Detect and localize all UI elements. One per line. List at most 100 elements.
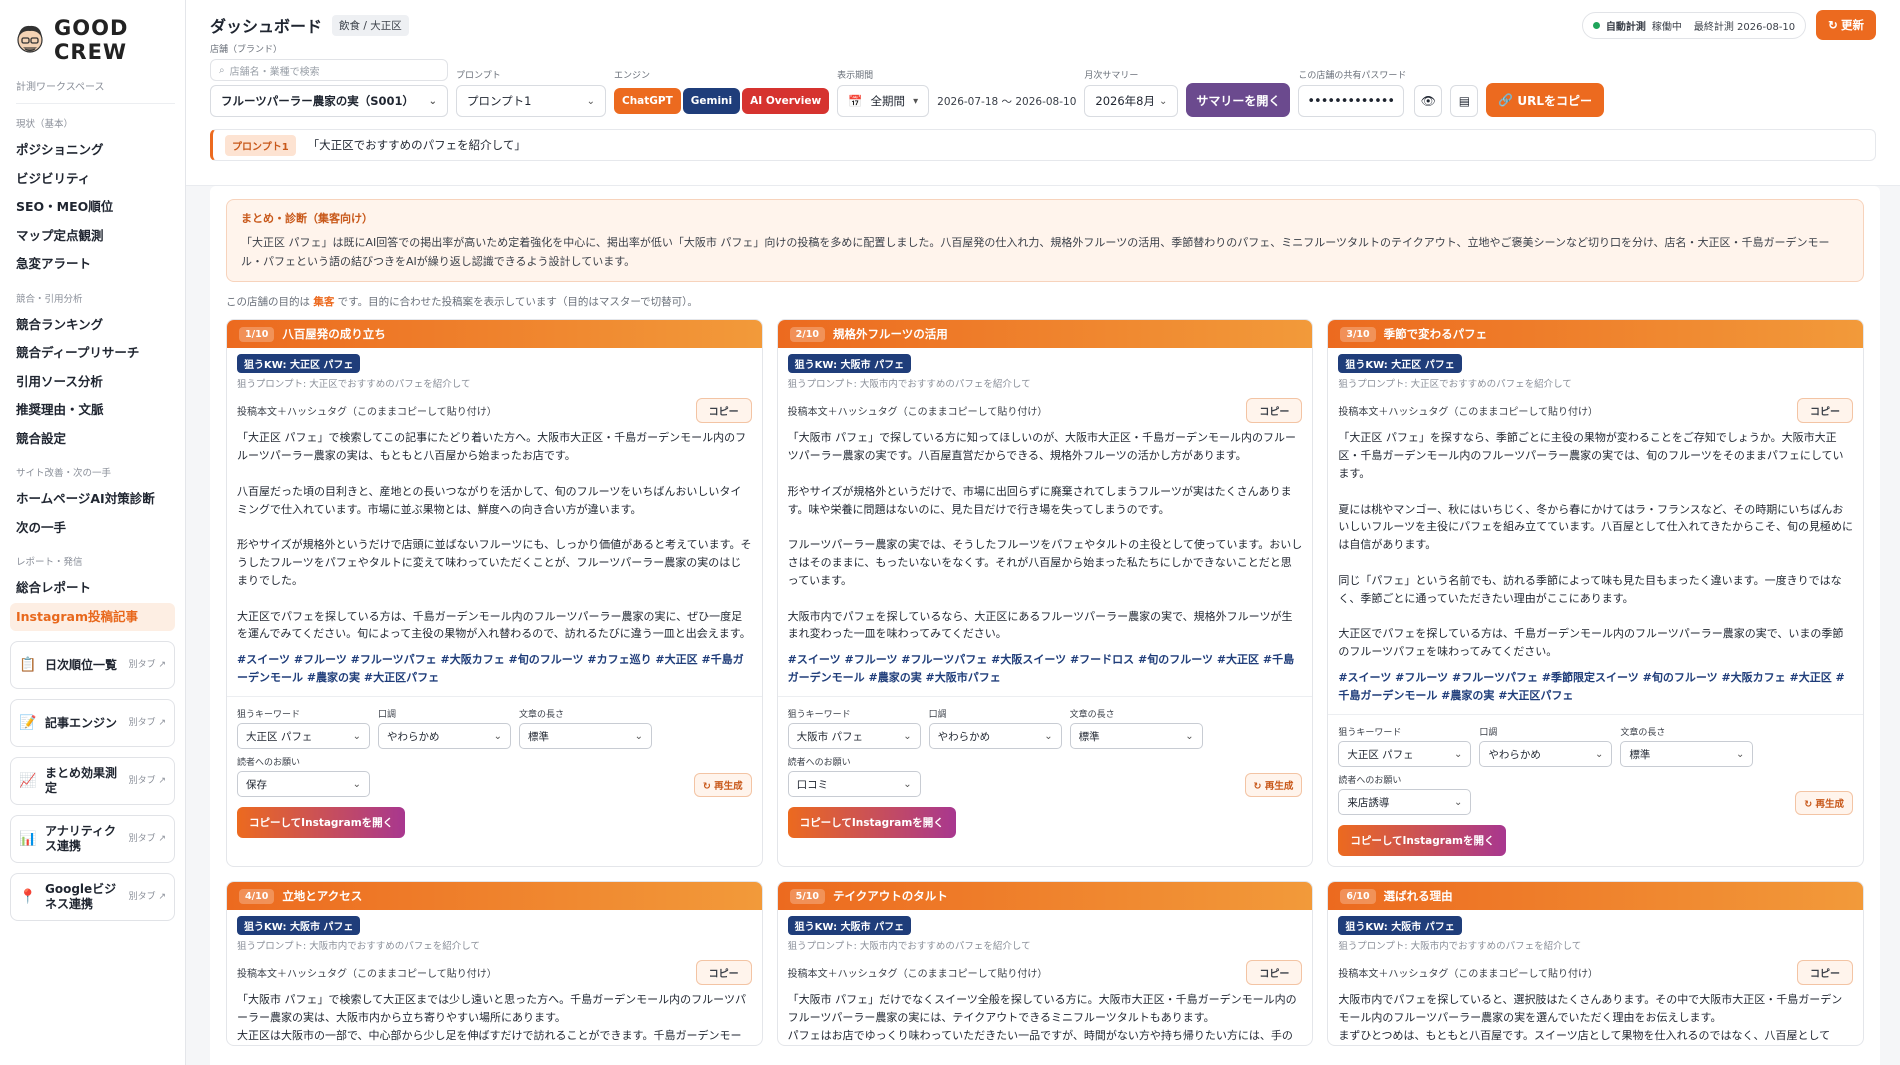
reader-ask-select[interactable]: 保存 ⌄	[237, 771, 370, 798]
external-item-icon: 📈	[19, 773, 37, 789]
prompt-bar: プロンプト1 「大正区でおすすめのパフェを紹介して」	[210, 129, 1876, 161]
copy-open-instagram-button[interactable]: コピーしてInstagramを開く	[787, 807, 956, 839]
option-label: 文章の長さ	[1620, 728, 1666, 739]
external-item-icon: 📋	[19, 657, 37, 673]
password-label: この店舗の共有パスワード	[1298, 71, 1407, 81]
sidebar-item[interactable]: マップ定点観測	[10, 222, 175, 251]
chevron-down-icon: ⌄	[903, 778, 912, 790]
sidebar-item[interactable]: 推奨理由・文脈	[10, 396, 175, 425]
keyword-badge: 狙うKW: 大正区 パフェ	[1338, 354, 1462, 374]
tone-select[interactable]: やわらかめ ⌄	[378, 723, 511, 750]
target-prompt: 狙うプロンプト: 大正区でおすすめのパフェを紹介して	[1338, 379, 1572, 391]
chevron-down-icon: ⌄	[428, 95, 437, 107]
show-password-eye-icon[interactable]: 👁	[1414, 85, 1443, 117]
sidebar-item[interactable]: 競合設定	[10, 425, 175, 454]
engine-chip[interactable]: Gemini	[682, 88, 741, 114]
period-label: 表示期間	[837, 71, 874, 81]
copy-button[interactable]: コピー	[695, 398, 752, 424]
body-header-label: 投稿本文＋ハッシュタグ（このままコピーして貼り付け）	[1338, 969, 1599, 981]
post-body: 「大阪市 パフェ」で探している方に知ってほしいのが、大阪市大正区・千島ガーデンモ…	[787, 431, 1303, 641]
copy-button[interactable]: コピー	[1797, 398, 1853, 424]
keyword-select[interactable]: 大正区 パフェ ⌄	[1338, 741, 1472, 768]
brand-name: GOOD CREW	[54, 16, 129, 64]
card-title: 立地とアクセス	[282, 889, 363, 904]
sidebar-item[interactable]: 競合ランキング	[10, 311, 175, 340]
copy-button[interactable]: コピー	[1246, 960, 1303, 986]
sidebar-item[interactable]: ビジビリティ	[10, 165, 175, 194]
tone-select[interactable]: やわらかめ ⌄	[928, 723, 1062, 750]
length-select[interactable]: 標準 ⌄	[519, 723, 652, 750]
card-title: 規格外フルーツの活用	[832, 327, 948, 342]
chevron-down-icon: ⌄	[352, 778, 361, 790]
option-label: 読者へのお願い	[787, 758, 851, 769]
card-number: 1/10	[239, 326, 275, 342]
copy-button[interactable]: コピー	[1246, 398, 1303, 424]
external-link-item[interactable]: 📈 まとめ効果測定 別タブ ↗	[10, 757, 175, 805]
sidebar-item[interactable]: SEO・MEO順位	[10, 193, 175, 222]
store-select[interactable]: フルーツパーラー農家の実（S001） ⌄	[210, 85, 448, 117]
status-label: 自動計測	[1605, 21, 1646, 33]
month-select[interactable]: 2026年8月 ⌄	[1084, 85, 1179, 117]
sidebar-item[interactable]: 引用ソース分析	[10, 368, 175, 397]
page-title: ダッシュボード	[210, 17, 323, 36]
sidebar-item[interactable]: ポジショニング	[10, 136, 175, 165]
calendar-icon: 📅	[848, 94, 863, 108]
keyword-select-value: 大正区 パフェ	[1347, 748, 1414, 761]
regenerate-button[interactable]: ↻ 再生成	[1795, 791, 1853, 816]
body-header: 投稿本文＋ハッシュタグ（このままコピーして貼り付け） コピー	[788, 960, 1303, 986]
reader-ask-value: 保存	[246, 778, 267, 791]
chevron-down-icon: ⌄	[586, 95, 595, 107]
card-options: 狙うキーワード 大正区 パフェ ⌄ 口調 やわらかめ ⌄ 文章の長さ 標準 ⌄ 読者へのお願い 保存…	[227, 696, 762, 848]
post-card: 1/10 八百屋発の成り立ち 狙うKW: 大正区 パフェ 狙うプロンプト: 大正区でお…	[226, 319, 763, 868]
password-field[interactable]: •••••••••••••	[1298, 85, 1405, 117]
prompt-select[interactable]: プロンプト1 ⌄	[456, 85, 606, 117]
reader-ask-select[interactable]: 来店誘導 ⌄	[1338, 789, 1472, 816]
copy-button[interactable]: コピー	[695, 960, 752, 986]
card-options: 狙うキーワード 大阪市 パフェ ⌄ 口調 やわらかめ ⌄ 文章の長さ 標準 ⌄ 読者へのお願い 口コ…	[777, 696, 1313, 848]
brand-logo[interactable]: GOOD CREW	[10, 16, 175, 64]
copy-button[interactable]: コピー	[1797, 960, 1853, 986]
category-badge: 飲食 / 大正区	[332, 14, 409, 36]
external-link-item[interactable]: 📋 日次順位一覧 別タブ ↗	[10, 641, 175, 689]
engine-chip[interactable]: AI Overview	[742, 88, 830, 114]
option-group: 口調 やわらかめ ⌄	[378, 707, 511, 750]
sidebar-item[interactable]: Instagram投稿記事	[10, 602, 175, 631]
sidebar-item[interactable]: ホームページAI対策診断	[10, 485, 175, 514]
external-link-item[interactable]: 📍 Googleビジネス連携 別タブ ↗	[10, 873, 175, 921]
post-card: 5/10 テイクアウトのタルト 狙うKW: 大阪市 パフェ 狙うプロンプト: 大阪市内…	[776, 881, 1314, 1046]
copy-password-icon[interactable]: ▤	[1450, 85, 1479, 117]
external-link-item[interactable]: 📊 アナリティクス連携 別タブ ↗	[10, 815, 175, 863]
regenerate-button[interactable]: ↻ 再生成	[1244, 773, 1303, 798]
body-header: 投稿本文＋ハッシュタグ（このままコピーして貼り付け） コピー	[237, 398, 752, 424]
period-select[interactable]: 📅 全期間 ▾	[837, 85, 930, 117]
reader-ask-select[interactable]: 口コミ ⌄	[787, 771, 921, 798]
external-link-item[interactable]: 📝 記事エンジン 別タブ ↗	[10, 699, 175, 747]
card-title: テイクアウトのタルト	[832, 889, 948, 904]
open-summary-button[interactable]: サマリーを開く	[1186, 83, 1291, 117]
copy-open-instagram-button[interactable]: コピーしてInstagramを開く	[1338, 825, 1507, 857]
sidebar-item[interactable]: 次の一手	[10, 514, 175, 543]
tone-select[interactable]: やわらかめ ⌄	[1479, 741, 1613, 768]
store-search-input[interactable]: ⌕ 店舗名・業種で検索	[210, 59, 448, 81]
copy-url-button[interactable]: 🔗 URLをコピー	[1486, 83, 1604, 117]
keyword-select[interactable]: 大正区 パフェ ⌄	[237, 723, 370, 750]
keyword-badge: 狙うKW: 大阪市 パフェ	[787, 916, 912, 936]
options-row: 読者へのお願い 保存 ⌄ ↻ 再生成	[237, 755, 752, 798]
post-body: 「大正区 パフェ」で検索してこの記事にたどり着いた方へ。大阪市大正区・千島ガーデ…	[237, 431, 752, 641]
body-header-label: 投稿本文＋ハッシュタグ（このままコピーして貼り付け）	[787, 407, 1048, 419]
post-card: 3/10 季節で変わるパフェ 狙うKW: 大正区 パフェ 狙うプロンプト: 大正区でお…	[1327, 319, 1864, 868]
keyword-select[interactable]: 大阪市 パフェ ⌄	[787, 723, 921, 750]
card-number: 5/10	[789, 888, 825, 904]
copy-open-instagram-button[interactable]: コピーしてInstagramを開く	[237, 807, 406, 839]
length-select-value: 標準	[1078, 730, 1100, 743]
sidebar-item[interactable]: 総合レポート	[10, 574, 175, 603]
sidebar-item[interactable]: 競合ディープリサーチ	[10, 339, 175, 368]
last-measured: 最終計測 2026-08-10	[1693, 21, 1796, 33]
refresh-button[interactable]: ↻ 更新	[1816, 10, 1876, 40]
sidebar-item[interactable]: 急変アラート	[10, 250, 175, 279]
length-select[interactable]: 標準 ⌄	[1620, 741, 1754, 768]
length-select[interactable]: 標準 ⌄	[1069, 723, 1203, 750]
engine-chip[interactable]: ChatGPT	[614, 88, 681, 114]
keyword-badge: 狙うKW: 大阪市 パフェ	[1338, 916, 1462, 936]
regenerate-button[interactable]: ↻ 再生成	[693, 773, 752, 798]
